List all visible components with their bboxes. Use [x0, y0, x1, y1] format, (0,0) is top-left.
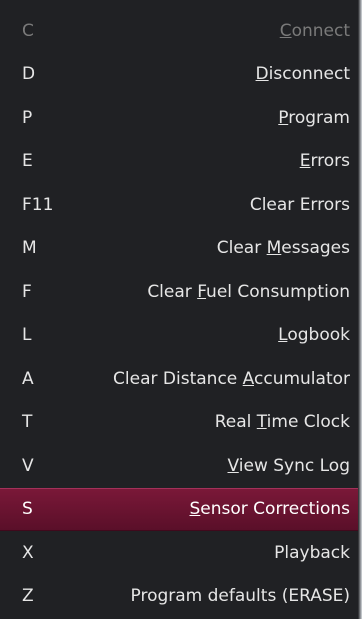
shortcut-key: X	[22, 542, 34, 563]
menu-item-logbook[interactable]: L Logbook	[0, 314, 362, 358]
shortcut-key: F	[22, 281, 32, 302]
shortcut-key: F11	[22, 194, 54, 215]
menu-item-label: Connect	[279, 20, 350, 41]
menu-item-clear-distance-accumulator[interactable]: A Clear Distance Accumulator	[0, 357, 362, 401]
shortcut-key: P	[22, 107, 33, 128]
menu-item-real-time-clock[interactable]: T Real Time Clock	[0, 401, 362, 445]
shortcut-key: A	[22, 368, 34, 389]
shortcut-key: S	[22, 499, 33, 520]
menu-item-program-defaults-erase[interactable]: Z Program defaults (ERASE)	[0, 575, 362, 619]
menu-item-label: Program defaults (ERASE)	[130, 586, 351, 607]
menu-item-label: Errors	[299, 151, 350, 172]
menu-item-clear-messages[interactable]: M Clear Messages	[0, 227, 362, 271]
shortcut-key: L	[22, 325, 32, 346]
menu-item-connect[interactable]: C Connect	[0, 9, 362, 53]
menu-item-label: Clear Distance Accumulator	[113, 368, 350, 389]
menu-item-disconnect[interactable]: D Disconnect	[0, 53, 362, 97]
menu-item-program[interactable]: P Program	[0, 96, 362, 140]
menu-item-label: Clear Fuel Consumption	[147, 281, 350, 302]
menu-item-label: Program	[278, 107, 350, 128]
context-menu: C Connect D Disconnect P Program E Error…	[0, 0, 362, 619]
shortcut-key: Z	[22, 586, 34, 607]
menu-item-label: Disconnect	[255, 64, 350, 85]
window-edge	[358, 0, 362, 619]
menu-item-label: Real Time Clock	[214, 412, 350, 433]
menu-item-sensor-corrections[interactable]: S Sensor Corrections	[0, 487, 362, 531]
shortcut-key: E	[22, 151, 33, 172]
menu-item-label: Clear Messages	[216, 238, 350, 259]
menu-item-label: Sensor Corrections	[189, 499, 351, 520]
menu-item-view-sync-log[interactable]: V View Sync Log	[0, 444, 362, 488]
shortcut-key: C	[22, 20, 34, 41]
menu-item-label: Logbook	[278, 325, 350, 346]
menu-item-errors[interactable]: E Errors	[0, 140, 362, 184]
menu-item-clear-fuel-consumption[interactable]: F Clear Fuel Consumption	[0, 270, 362, 314]
shortcut-key: V	[22, 455, 34, 476]
shortcut-key: D	[22, 64, 36, 85]
menu-item-label: Playback	[274, 542, 350, 563]
menu-item-clear-errors[interactable]: F11 Clear Errors	[0, 183, 362, 227]
shortcut-key: M	[22, 238, 37, 259]
menu-item-label: Clear Errors	[249, 194, 350, 215]
menu-item-label: View Sync Log	[227, 455, 351, 476]
shortcut-key: T	[22, 412, 33, 433]
menu-item-playback[interactable]: X Playback	[0, 531, 362, 575]
